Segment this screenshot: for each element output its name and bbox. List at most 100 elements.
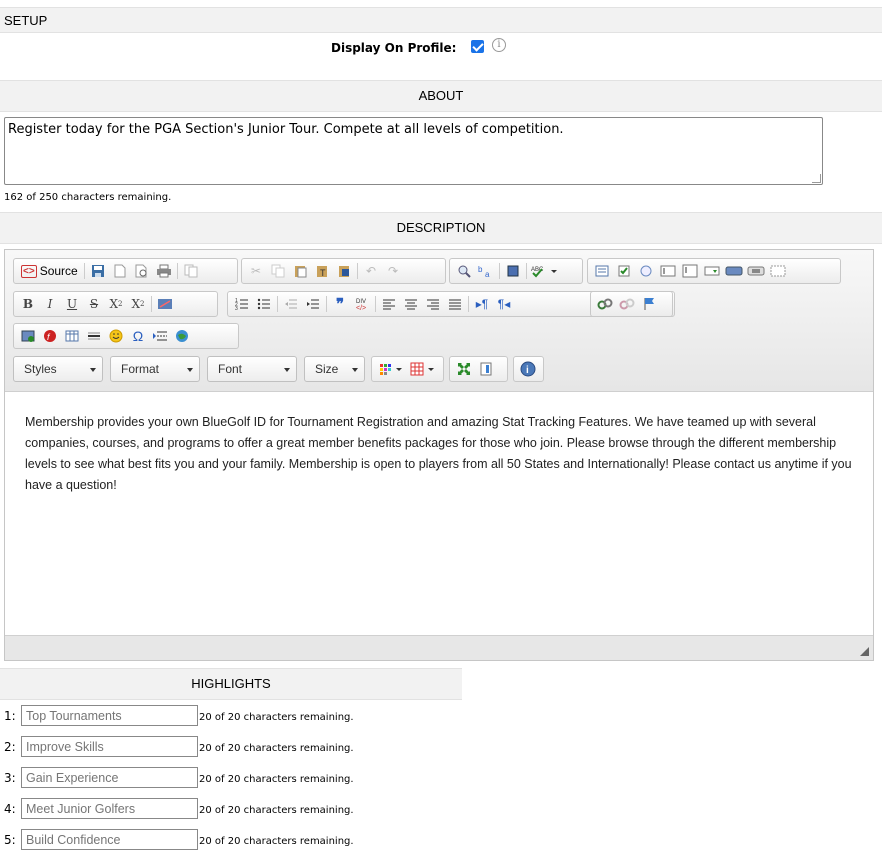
toolbar-group-tools [449, 356, 508, 382]
highlight-number: 2: [4, 740, 16, 754]
horizontal-rule-icon[interactable] [83, 325, 105, 347]
editor-status-bar [5, 635, 873, 660]
source-icon: <> [21, 264, 37, 278]
new-page-icon[interactable] [109, 260, 131, 282]
highlight-number: 4: [4, 802, 16, 816]
align-left-icon[interactable] [378, 293, 400, 315]
highlight-input[interactable] [21, 705, 198, 726]
blockquote-icon[interactable]: ❞ [329, 293, 351, 315]
iframe-icon[interactable] [171, 325, 193, 347]
chevron-down-icon [284, 368, 290, 372]
radio-icon[interactable] [635, 260, 657, 282]
replace-icon[interactable]: ba [475, 260, 497, 282]
text-field-icon[interactable] [657, 260, 679, 282]
about-icon[interactable]: i [517, 358, 539, 380]
highlights-section-header: HIGHLIGHTS [0, 668, 462, 700]
undo-icon[interactable]: ↶ [360, 260, 382, 282]
underline-icon[interactable]: U [61, 293, 83, 315]
flash-icon[interactable]: f [39, 325, 61, 347]
svg-text:T: T [320, 268, 326, 278]
display-on-profile-checkbox[interactable] [471, 40, 484, 53]
align-center-icon[interactable] [400, 293, 422, 315]
cut-icon[interactable]: ✂ [245, 260, 267, 282]
highlight-input[interactable] [21, 798, 198, 819]
textarea-icon[interactable] [679, 260, 701, 282]
text-color-icon[interactable] [375, 358, 407, 380]
svg-text:</>: </> [356, 305, 366, 311]
select-all-icon[interactable] [502, 260, 524, 282]
remove-format-icon[interactable] [154, 293, 176, 315]
unlink-icon[interactable] [616, 293, 638, 315]
about-section-header: ABOUT [0, 80, 882, 112]
info-icon[interactable]: i [492, 38, 506, 52]
numbered-list-icon[interactable]: 123 [231, 293, 253, 315]
subscript-icon[interactable]: X2 [105, 293, 127, 315]
size-label: Size [315, 362, 339, 376]
highlight-remaining: 20 of 20 characters remaining. [199, 836, 354, 847]
special-char-icon[interactable]: Ω [127, 325, 149, 347]
create-div-icon[interactable]: DIV </> [351, 293, 373, 315]
toolbar-group-insert: f Ω [13, 323, 239, 349]
highlights-title: HIGHLIGHTS [191, 676, 271, 691]
rich-text-editor: <> Source ✂ T ↶ ↷ ba ABC B I U S X 2 X 2… [4, 249, 874, 661]
image-icon[interactable] [17, 325, 39, 347]
highlight-input[interactable] [21, 736, 198, 757]
highlight-input[interactable] [21, 767, 198, 788]
checkbox-icon[interactable] [613, 260, 635, 282]
highlight-remaining: 20 of 20 characters remaining. [199, 743, 354, 754]
align-right-icon[interactable] [422, 293, 444, 315]
hidden-field-icon[interactable] [767, 260, 789, 282]
chevron-down-icon [187, 368, 193, 372]
print-icon[interactable] [153, 260, 175, 282]
resize-handle-icon[interactable] [860, 647, 869, 656]
spellcheck-icon[interactable]: ABC [529, 260, 559, 282]
outdent-icon[interactable] [280, 293, 302, 315]
italic-icon[interactable]: I [39, 293, 61, 315]
select-icon[interactable] [701, 260, 723, 282]
toolbar-group-editing: ba ABC [449, 258, 583, 284]
paste-text-icon[interactable]: T [311, 260, 333, 282]
link-icon[interactable] [594, 293, 616, 315]
bulleted-list-icon[interactable] [253, 293, 275, 315]
anchor-icon[interactable] [638, 293, 660, 315]
source-label: Source [39, 264, 78, 278]
editor-content[interactable]: Membership provides your own BlueGolf ID… [25, 412, 855, 496]
format-dropdown[interactable]: Format [110, 356, 200, 382]
toolbar-group-links [590, 291, 673, 317]
preview-icon[interactable] [131, 260, 153, 282]
styles-dropdown[interactable]: Styles [13, 356, 103, 382]
svg-text:b: b [478, 265, 483, 274]
size-dropdown[interactable]: Size [304, 356, 365, 382]
strike-icon[interactable]: S [83, 293, 105, 315]
justify-icon[interactable] [444, 293, 466, 315]
templates-icon[interactable] [180, 260, 202, 282]
text-direction-rtl-icon[interactable]: ¶◂ [493, 293, 515, 315]
setup-title: SETUP [4, 13, 48, 28]
table-icon[interactable] [61, 325, 83, 347]
highlight-remaining: 20 of 20 characters remaining. [199, 712, 354, 723]
image-button-icon[interactable] [745, 260, 767, 282]
paste-word-icon[interactable] [333, 260, 355, 282]
form-icon[interactable] [591, 260, 613, 282]
text-direction-ltr-icon[interactable]: ▸¶ [471, 293, 493, 315]
highlight-input[interactable] [21, 829, 198, 850]
page-break-icon[interactable] [149, 325, 171, 347]
find-icon[interactable] [453, 260, 475, 282]
copy-icon[interactable] [267, 260, 289, 282]
font-dropdown[interactable]: Font [207, 356, 297, 382]
save-icon[interactable] [87, 260, 109, 282]
textarea-resize-grip-icon[interactable] [812, 174, 821, 183]
maximize-icon[interactable] [453, 358, 475, 380]
redo-icon[interactable]: ↷ [382, 260, 404, 282]
about-textarea[interactable]: Register today for the PGA Section's Jun… [4, 117, 823, 185]
table-color-icon[interactable] [407, 358, 439, 380]
paste-icon[interactable] [289, 260, 311, 282]
highlight-remaining: 20 of 20 characters remaining. [199, 805, 354, 816]
button-icon[interactable] [723, 260, 745, 282]
indent-icon[interactable] [302, 293, 324, 315]
superscript-icon[interactable]: X2 [127, 293, 149, 315]
source-button[interactable]: <> Source [17, 264, 82, 278]
smiley-icon[interactable] [105, 325, 127, 347]
show-blocks-icon[interactable] [475, 358, 497, 380]
bold-icon[interactable]: B [17, 293, 39, 315]
